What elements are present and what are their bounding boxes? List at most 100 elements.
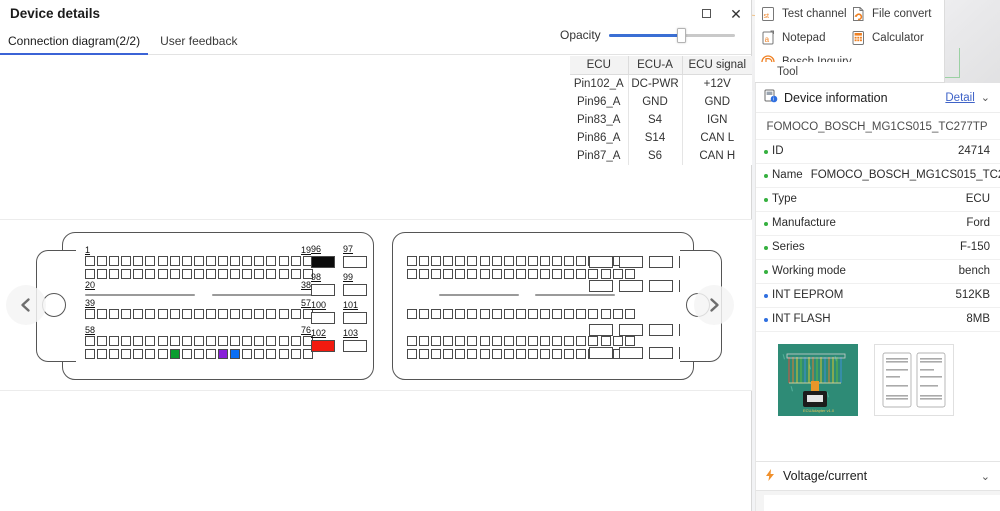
connector-pin[interactable] <box>431 349 442 359</box>
connector-pin[interactable] <box>109 256 120 266</box>
connector-pin[interactable] <box>624 336 635 346</box>
connector-pin[interactable] <box>145 256 156 266</box>
connector-pin[interactable] <box>564 309 575 319</box>
connector-pin[interactable] <box>540 349 551 359</box>
connector-side-pin[interactable] <box>649 280 673 292</box>
tab-user-feedback[interactable]: User feedback <box>152 34 249 54</box>
connector-pin[interactable] <box>419 349 430 359</box>
connector-pin[interactable] <box>85 269 95 279</box>
connector-pin[interactable] <box>278 269 289 279</box>
slider-knob[interactable] <box>676 28 686 43</box>
connector-pin[interactable] <box>230 256 241 266</box>
connector-pin[interactable] <box>576 256 587 266</box>
connector-b[interactable] <box>392 232 703 380</box>
connector-pin[interactable] <box>230 309 241 319</box>
side-pin-box[interactable] <box>619 324 643 336</box>
connector-pin[interactable] <box>564 349 575 359</box>
side-pin-box[interactable] <box>311 256 335 268</box>
connector-pin[interactable] <box>230 349 241 359</box>
connector-pin[interactable] <box>467 349 478 359</box>
side-pin-box[interactable] <box>343 284 367 296</box>
connector-side-pin[interactable] <box>649 256 673 268</box>
connector-pin[interactable] <box>576 269 587 279</box>
tool-item-test-channel[interactable]: st Test channel <box>759 4 849 24</box>
connector-pin[interactable] <box>443 336 454 346</box>
connector-side-pin[interactable]: 101 <box>343 301 367 324</box>
connector-pin[interactable] <box>109 349 120 359</box>
chevron-down-icon[interactable]: ⌄ <box>981 470 990 483</box>
connector-pin[interactable] <box>612 269 623 279</box>
connector-pin[interactable] <box>193 309 204 319</box>
connector-side-pin[interactable] <box>589 280 613 292</box>
connector-pin[interactable] <box>491 256 502 266</box>
connector-pin[interactable] <box>85 336 95 346</box>
connector-side-pin[interactable] <box>619 347 643 359</box>
connector-pin[interactable] <box>145 349 156 359</box>
side-pin-box[interactable] <box>311 312 335 324</box>
connector-side-pin[interactable] <box>589 256 613 268</box>
connector-pin[interactable] <box>205 349 216 359</box>
connector-pin[interactable] <box>455 309 466 319</box>
side-pin-box[interactable] <box>311 284 335 296</box>
connector-pin[interactable] <box>121 349 132 359</box>
connector-pin[interactable] <box>479 349 490 359</box>
connector-pin[interactable] <box>540 336 551 346</box>
connector-pin[interactable] <box>145 269 156 279</box>
connector-pin[interactable] <box>515 309 526 319</box>
connector-side-pin[interactable]: 99 <box>343 273 367 296</box>
connector-pin[interactable] <box>205 309 216 319</box>
connector-pin[interactable] <box>419 309 430 319</box>
connector-pin[interactable] <box>576 309 587 319</box>
connector-pin[interactable] <box>419 336 430 346</box>
connector-pin[interactable] <box>527 309 538 319</box>
connector-pin[interactable] <box>218 336 229 346</box>
connector-pin[interactable] <box>85 256 95 266</box>
connector-pin[interactable] <box>467 336 478 346</box>
connector-pin[interactable] <box>515 269 526 279</box>
connector-pin[interactable] <box>515 256 526 266</box>
connector-pin[interactable] <box>407 336 417 346</box>
connector-pin[interactable] <box>109 336 120 346</box>
connector-pin[interactable] <box>576 336 587 346</box>
connector-pin[interactable] <box>443 309 454 319</box>
connector-pin[interactable] <box>479 309 490 319</box>
connector-pin[interactable] <box>133 336 144 346</box>
connector-pin[interactable] <box>588 336 599 346</box>
connector-pin[interactable] <box>290 349 301 359</box>
connector-pin[interactable] <box>266 256 277 266</box>
connector-pin[interactable] <box>181 309 192 319</box>
connector-pin[interactable] <box>266 349 277 359</box>
connector-pin[interactable] <box>503 349 514 359</box>
connector-side-pin[interactable]: 98 <box>311 273 335 296</box>
side-pin-box[interactable] <box>649 256 673 268</box>
connector-pin[interactable] <box>455 349 466 359</box>
connector-pin[interactable] <box>503 256 514 266</box>
connector-pin[interactable] <box>85 349 95 359</box>
side-pin-box[interactable] <box>649 280 673 292</box>
connector-pin[interactable] <box>169 349 180 359</box>
connector-pin[interactable] <box>431 309 442 319</box>
connector-pin[interactable] <box>467 256 478 266</box>
table-row[interactable]: Pin83_A S4 IGN <box>570 111 752 129</box>
connector-pin[interactable] <box>491 309 502 319</box>
connector-pin[interactable] <box>527 349 538 359</box>
connector-pin[interactable] <box>218 269 229 279</box>
side-pin-box[interactable] <box>589 324 613 336</box>
connector-pin[interactable] <box>109 309 120 319</box>
connector-pin[interactable] <box>455 256 466 266</box>
connector-pin[interactable] <box>181 336 192 346</box>
connector-pin[interactable] <box>564 269 575 279</box>
side-pin-box[interactable] <box>343 340 367 352</box>
connector-pin[interactable] <box>431 269 442 279</box>
connector-pin[interactable] <box>479 256 490 266</box>
next-diagram-button[interactable] <box>694 285 734 325</box>
connector-pin[interactable] <box>431 256 442 266</box>
connector-pin[interactable] <box>515 349 526 359</box>
connector-pin[interactable] <box>157 349 168 359</box>
connector-pin[interactable] <box>254 349 265 359</box>
connector-pin[interactable] <box>133 269 144 279</box>
connector-pin[interactable] <box>121 309 132 319</box>
connector-pin[interactable] <box>242 336 253 346</box>
side-pin-box[interactable] <box>311 340 335 352</box>
side-pin-box[interactable] <box>589 347 613 359</box>
